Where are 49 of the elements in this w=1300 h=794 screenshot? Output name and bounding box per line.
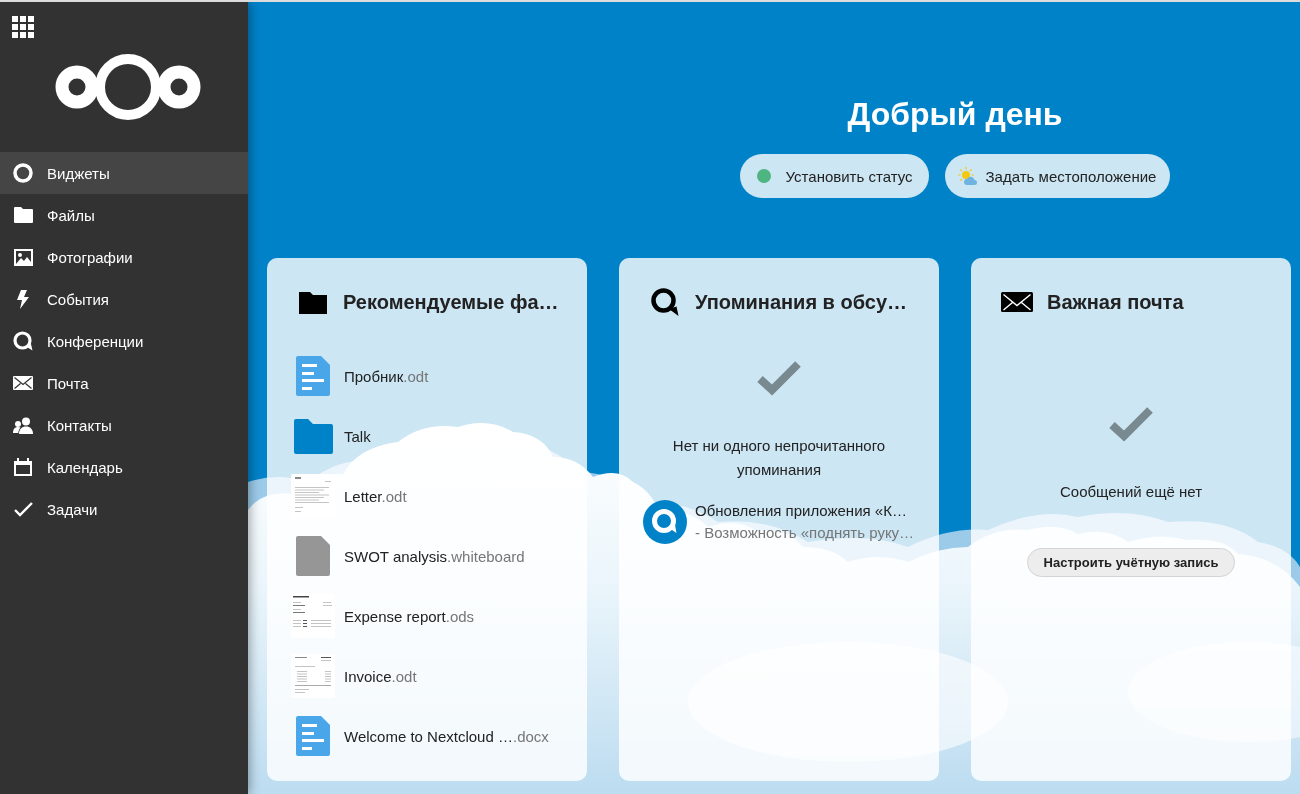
file-item[interactable]: SWOT analysis.whiteboard	[267, 526, 587, 586]
document-icon	[296, 356, 330, 396]
logo[interactable]	[55, 54, 201, 120]
file-item[interactable]: Welcome to Nextcloud ….docx	[267, 706, 587, 766]
sidebar-item[interactable]: Контакты	[0, 404, 248, 446]
file-item[interactable]: Expense report.ods	[267, 586, 587, 646]
sidebar-item[interactable]: Задачи	[0, 488, 248, 530]
sidebar-item[interactable]: Фотографии	[0, 236, 248, 278]
calendar-icon	[14, 458, 32, 476]
document-thumbnail	[291, 654, 335, 698]
sun-cloud-icon	[957, 167, 977, 185]
chat-bubble-icon	[651, 288, 679, 316]
file-icon	[296, 536, 330, 576]
folder-icon	[293, 418, 333, 454]
sidebar-item[interactable]: Конференции	[0, 320, 248, 362]
envelope-icon	[13, 376, 33, 390]
ring-icon	[13, 163, 33, 183]
image-icon	[13, 248, 33, 266]
checkmark-icon	[13, 501, 33, 517]
set-location-button[interactable]: Задать местоположение	[944, 154, 1171, 198]
people-icon	[13, 416, 33, 434]
document-thumbnail	[291, 594, 335, 638]
sidebar-item[interactable]: Почта	[0, 362, 248, 404]
empty-message: Сообщений ещё нет	[1059, 482, 1203, 502]
widget-title: Рекомендуемые фа…	[343, 290, 559, 314]
file-item[interactable]: Invoice.odt	[267, 646, 587, 706]
sidebar-item[interactable]: Файлы	[0, 194, 248, 236]
document-icon	[296, 716, 330, 756]
folder-icon	[299, 290, 327, 314]
widget-title: Упоминания в обсу…	[695, 290, 907, 314]
folder-icon	[13, 207, 33, 223]
chat-avatar-icon[interactable]	[643, 500, 687, 544]
greeting-heading: Добрый день	[847, 95, 1063, 133]
chat-bubble-icon	[13, 331, 33, 351]
widget-title: Важная почта	[1047, 290, 1184, 314]
app-grid-icon[interactable]	[12, 16, 34, 38]
mention-subtitle: - Возможность «поднять руку…	[695, 523, 915, 543]
setup-account-button[interactable]: Настроить учётную запись	[1026, 548, 1236, 577]
folder-item[interactable]: Talk	[267, 406, 587, 466]
sidebar-item[interactable]: Виджеты	[0, 152, 248, 194]
envelope-icon	[1001, 292, 1033, 312]
lightning-icon	[17, 289, 29, 309]
file-item[interactable]: Letter.odt	[267, 466, 587, 526]
sidebar-item[interactable]: События	[0, 278, 248, 320]
set-status-button[interactable]: Установить статус	[739, 154, 929, 198]
empty-message: Нет ни одного непрочитанного упоминания	[671, 436, 887, 480]
mention-title[interactable]: Обновления приложения «К…	[695, 500, 915, 522]
sidebar-item[interactable]: Календарь	[0, 446, 248, 488]
file-item[interactable]: Пробник.odt	[267, 346, 587, 406]
